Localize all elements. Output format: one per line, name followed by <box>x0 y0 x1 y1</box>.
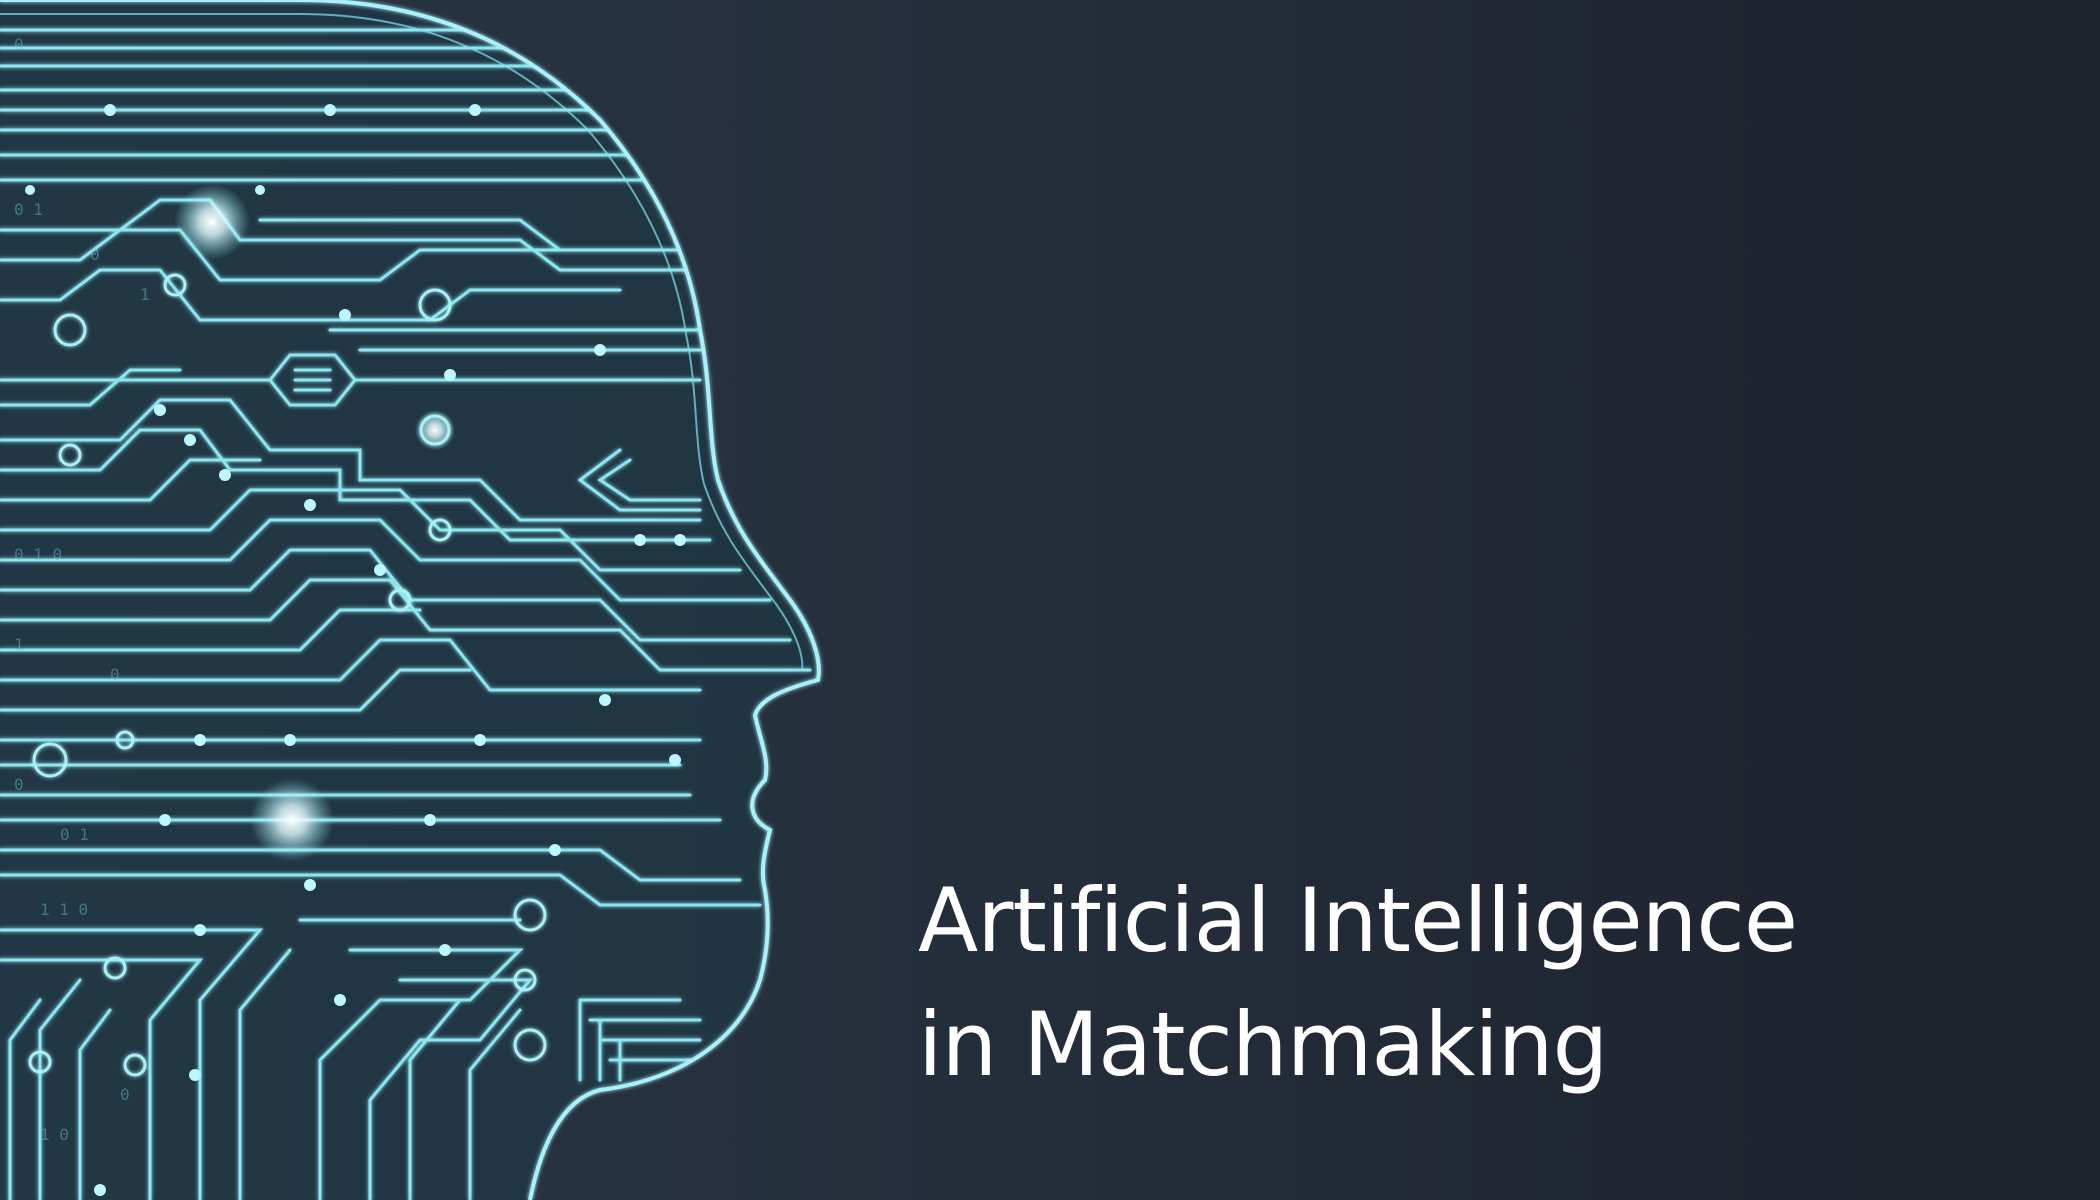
headline: Artificial Intelligence in Matchmaking <box>918 859 1798 1107</box>
svg-text:0 1: 0 1 <box>60 825 89 844</box>
svg-text:0 1: 0 1 <box>14 200 43 219</box>
svg-text:1: 1 <box>14 635 24 654</box>
svg-text:1 1 0: 1 1 0 <box>40 900 88 919</box>
svg-text:0: 0 <box>14 35 24 54</box>
svg-text:0: 0 <box>90 245 100 264</box>
svg-text:0: 0 <box>14 775 24 794</box>
svg-text:1: 1 <box>140 285 150 304</box>
svg-text:1 0: 1 0 <box>40 1125 69 1144</box>
svg-text:0 1 0: 0 1 0 <box>14 545 62 564</box>
banner: 0 0 1 0 1 0 1 0 1 0 0 0 1 1 1 0 0 1 0 Artifici… <box>0 0 2100 1200</box>
headline-line-1: Artificial Intelligence <box>918 868 1798 972</box>
headline-line-2: in Matchmaking <box>918 992 1608 1096</box>
svg-text:0: 0 <box>110 665 120 684</box>
svg-text:0: 0 <box>120 1085 130 1104</box>
